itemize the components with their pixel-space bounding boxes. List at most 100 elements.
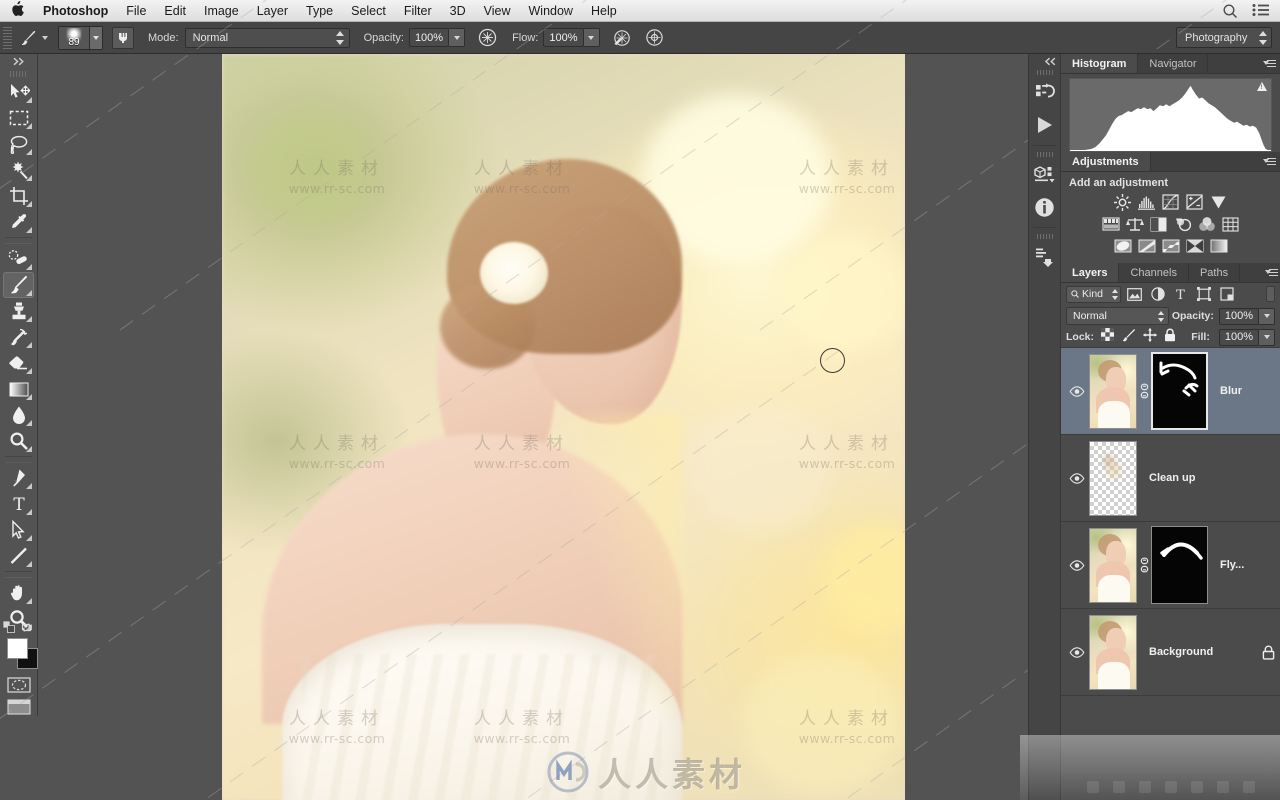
menu-item-photoshop[interactable]: Photoshop: [34, 0, 117, 22]
menu-item-image[interactable]: Image: [195, 0, 248, 22]
brush-panel-icon[interactable]: [112, 26, 134, 49]
filter-adjustment-icon[interactable]: [1148, 285, 1167, 303]
menu-item-layer[interactable]: Layer: [248, 0, 297, 22]
layer-name[interactable]: Blur: [1208, 385, 1280, 397]
options-bar-grip[interactable]: [3, 26, 12, 49]
layer-thumbnail[interactable]: [1089, 527, 1137, 603]
menu-item-select[interactable]: Select: [342, 0, 395, 22]
hand-tool[interactable]: [3, 580, 34, 606]
screen-mode-icon[interactable]: [0, 696, 37, 718]
swap-colors-icon[interactable]: [20, 621, 33, 639]
airbrush-icon[interactable]: [611, 27, 633, 49]
opacity-slider-chevron-icon[interactable]: [449, 28, 466, 47]
menu-item-view[interactable]: View: [475, 0, 520, 22]
opacity-input[interactable]: 100%: [408, 28, 450, 47]
eraser-tool[interactable]: [3, 350, 34, 376]
cached-data-warning-icon[interactable]: [1257, 82, 1267, 91]
histogram-plot[interactable]: [1069, 78, 1272, 152]
pressure-opacity-icon[interactable]: [476, 27, 498, 49]
tab-histogram[interactable]: Histogram: [1061, 54, 1139, 73]
flow-input[interactable]: 100%: [543, 28, 584, 47]
menu-item-edit[interactable]: Edit: [155, 0, 195, 22]
table-row[interactable]: Clean up: [1061, 435, 1280, 522]
default-colors-icon[interactable]: [2, 620, 16, 639]
info-panel-icon[interactable]: [1029, 191, 1060, 223]
rail-grip-2[interactable]: [1029, 150, 1060, 159]
actions-panel-icon[interactable]: [1029, 109, 1060, 141]
levels-icon[interactable]: [1137, 193, 1157, 211]
vibrance-icon[interactable]: [1209, 193, 1229, 211]
foreground-color-swatch[interactable]: [7, 638, 28, 659]
lasso-tool[interactable]: [3, 131, 34, 157]
collapse-left-icon[interactable]: [1029, 54, 1060, 68]
eyedropper-tool[interactable]: [3, 209, 34, 235]
filter-shape-icon[interactable]: [1194, 285, 1213, 303]
layer-opacity-input[interactable]: 100%: [1218, 307, 1259, 325]
brush-size-preview[interactable]: 89: [58, 25, 103, 50]
menu-item-type[interactable]: Type: [297, 0, 342, 22]
quick-mask-icon[interactable]: [0, 674, 37, 696]
apple-menu[interactable]: [0, 1, 34, 20]
line-shape-tool[interactable]: [3, 543, 34, 569]
layer-name[interactable]: Clean up: [1137, 472, 1280, 484]
channel-mixer-icon[interactable]: [1197, 215, 1217, 233]
table-row[interactable]: Background: [1061, 609, 1280, 696]
new-layer-icon[interactable]: [1216, 781, 1229, 793]
history-brush-tool[interactable]: [3, 324, 34, 350]
layer-mask-link-icon[interactable]: [1137, 383, 1151, 399]
move-tool[interactable]: [3, 79, 34, 105]
blur-tool[interactable]: [3, 402, 34, 428]
layer-mask-thumbnail[interactable]: [1151, 526, 1208, 604]
menu-item-help[interactable]: Help: [582, 0, 626, 22]
add-mask-icon[interactable]: [1138, 781, 1151, 793]
tab-paths[interactable]: Paths: [1189, 263, 1241, 282]
layer-name[interactable]: Fly...: [1208, 559, 1280, 571]
color-lookup-icon[interactable]: [1221, 215, 1241, 233]
collapse-right-icon[interactable]: [0, 54, 37, 69]
table-row[interactable]: Blur: [1061, 348, 1280, 435]
clone-stamp-tool[interactable]: [3, 298, 34, 324]
brush-preset-picker-chevron-icon[interactable]: [89, 26, 102, 49]
gradient-tool[interactable]: [3, 376, 34, 402]
search-icon[interactable]: [1222, 3, 1238, 19]
layer-style-icon[interactable]: [1112, 781, 1125, 793]
lock-all-icon[interactable]: [1164, 328, 1176, 347]
hue-saturation-icon[interactable]: [1101, 215, 1121, 233]
lock-image-icon[interactable]: [1121, 328, 1136, 347]
layer-name[interactable]: Background: [1137, 646, 1256, 658]
blend-mode-select[interactable]: Normal: [184, 27, 350, 48]
rectangular-marquee-tool[interactable]: [3, 105, 34, 131]
layer-visibility-icon[interactable]: [1065, 646, 1089, 658]
invert-icon[interactable]: [1113, 237, 1133, 255]
tab-layers[interactable]: Layers: [1061, 263, 1120, 282]
delete-layer-icon[interactable]: [1242, 781, 1255, 793]
tab-adjustments[interactable]: Adjustments: [1061, 152, 1151, 171]
table-row[interactable]: Fly...: [1061, 522, 1280, 609]
history-panel-icon[interactable]: [1029, 77, 1060, 109]
magic-wand-tool[interactable]: [3, 157, 34, 183]
panel-menu-icon[interactable]: [1258, 54, 1280, 73]
type-tool[interactable]: T: [3, 491, 34, 517]
new-adjustment-icon[interactable]: [1164, 781, 1177, 793]
layer-opacity-chevron-icon[interactable]: [1259, 307, 1275, 325]
lock-transparency-icon[interactable]: [1101, 328, 1115, 346]
link-layers-icon[interactable]: [1086, 781, 1099, 793]
brush-preset-chevron-icon[interactable]: [42, 35, 48, 40]
tab-channels[interactable]: Channels: [1119, 263, 1189, 282]
workspace-switcher[interactable]: Photography: [1176, 27, 1272, 48]
flow-slider-chevron-icon[interactable]: [583, 28, 600, 47]
3d-panel-icon[interactable]: [1029, 159, 1060, 191]
filter-pixel-icon[interactable]: [1125, 285, 1144, 303]
layer-comps-panel-icon[interactable]: [1029, 241, 1060, 273]
brush-tool[interactable]: [3, 272, 34, 298]
layer-visibility-icon[interactable]: [1065, 385, 1089, 397]
tools-panel-grip[interactable]: [0, 69, 37, 79]
menu-item-3d[interactable]: 3D: [441, 0, 475, 22]
filter-enable-toggle[interactable]: [1266, 286, 1275, 302]
layer-visibility-icon[interactable]: [1065, 559, 1089, 571]
image-canvas[interactable]: 人人素材 www.rr-sc.com 人人素材 www.rr-sc.com 人人…: [222, 54, 905, 800]
new-group-icon[interactable]: [1190, 781, 1203, 793]
layer-mask-link-icon[interactable]: [1137, 557, 1151, 573]
brightness-contrast-icon[interactable]: [1113, 193, 1133, 211]
curves-icon[interactable]: [1161, 193, 1181, 211]
